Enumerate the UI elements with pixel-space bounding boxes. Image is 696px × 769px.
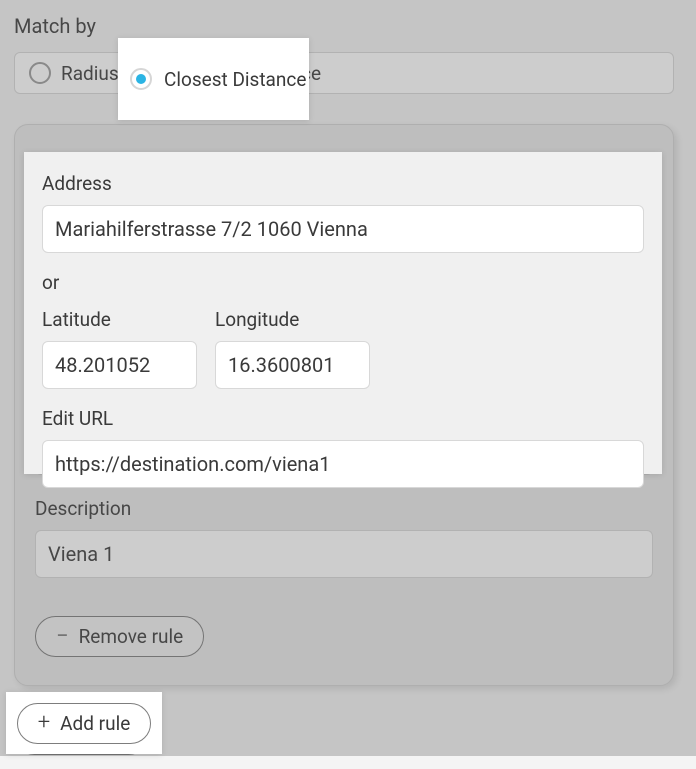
longitude-label-hl: Longitude	[215, 308, 370, 331]
latitude-label-hl: Latitude	[42, 308, 197, 331]
latitude-input-hl[interactable]	[42, 341, 197, 389]
plus-icon: +	[38, 712, 50, 734]
radio-closest-label-hl: Closest Distance	[164, 68, 306, 91]
radio-radius[interactable]: Radius	[15, 53, 133, 93]
radio-radius-label: Radius	[61, 62, 119, 85]
radio-unchecked-icon	[29, 62, 51, 84]
or-text-hl: or	[42, 271, 644, 294]
highlight-form-fields: Address or Latitude Longitude Edit URL	[24, 152, 662, 474]
minus-icon: −	[56, 626, 69, 648]
add-rule-button-hl[interactable]: + Add rule	[17, 703, 152, 744]
highlight-closest-distance: Closest Distance	[118, 38, 309, 120]
radio-checked-icon	[130, 68, 152, 90]
description-label: Description	[35, 497, 653, 520]
remove-rule-label: Remove rule	[79, 625, 184, 648]
match-by-radio-group: Radius Closest Distance	[14, 52, 674, 94]
add-rule-label-hl: Add rule	[60, 712, 130, 735]
address-label-hl: Address	[42, 172, 644, 195]
description-input[interactable]	[35, 530, 653, 578]
match-by-title: Match by	[14, 14, 682, 38]
edit-url-input-hl[interactable]	[42, 440, 644, 488]
highlight-add-rule: + Add rule	[6, 692, 162, 754]
address-input-hl[interactable]	[42, 205, 644, 253]
edit-url-label-hl: Edit URL	[42, 407, 644, 430]
remove-rule-button[interactable]: − Remove rule	[35, 616, 204, 657]
longitude-input-hl[interactable]	[215, 341, 370, 389]
